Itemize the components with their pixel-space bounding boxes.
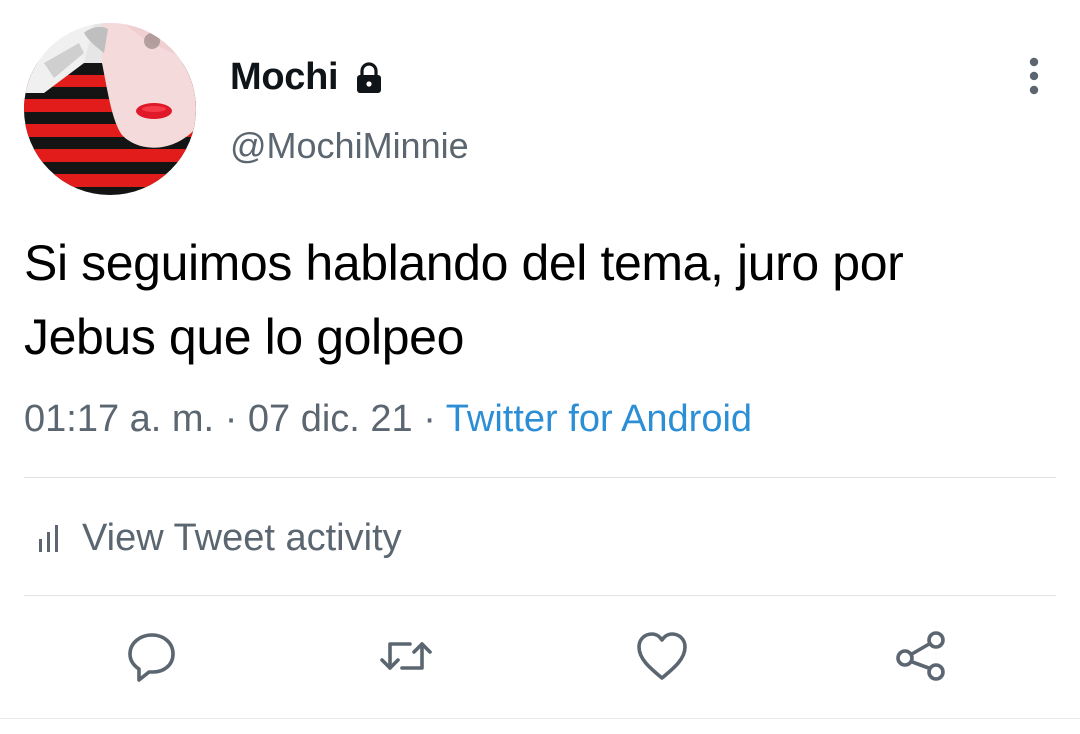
display-name-row[interactable]: Mochi (230, 54, 386, 100)
heart-icon (637, 632, 687, 680)
more-vertical-icon[interactable] (1014, 56, 1054, 96)
tweet-source-link[interactable]: Twitter for Android (446, 398, 752, 440)
tweet-text: Si seguimos hablando del tema, juro por … (24, 226, 1064, 374)
meta-separator: · (423, 398, 446, 440)
reply-button[interactable] (122, 626, 182, 686)
view-tweet-activity-label: View Tweet activity (82, 517, 402, 559)
share-icon (896, 631, 945, 681)
divider (0, 718, 1080, 719)
retweet-icon (380, 642, 432, 670)
divider (24, 477, 1056, 478)
reply-icon (128, 633, 175, 682)
user-handle[interactable]: @MochiMinnie (230, 124, 469, 168)
tweet-text-line-1: Si seguimos hablando del tema, juro por (24, 235, 904, 291)
tweet-card: Mochi @MochiMinnie Si seguimos hablando … (0, 0, 1080, 734)
tweet-date[interactable]: 07 dic. 21 (248, 398, 413, 440)
divider (24, 595, 1056, 596)
display-name[interactable]: Mochi (230, 54, 339, 100)
share-button[interactable] (890, 626, 950, 686)
tweet-meta: 01:17 a. m. · 07 dic. 21 · Twitter for A… (24, 394, 752, 444)
bar-chart-icon (34, 522, 66, 554)
retweet-button[interactable] (376, 626, 436, 686)
tweet-text-line-2: Jebus que lo golpeo (24, 309, 464, 365)
avatar[interactable] (24, 23, 196, 195)
tweet-time[interactable]: 01:17 a. m. (24, 398, 214, 440)
meta-separator: · (224, 398, 248, 440)
like-button[interactable] (632, 626, 692, 686)
lock-icon (352, 60, 386, 94)
avatar-image (24, 23, 196, 195)
view-tweet-activity-button[interactable]: View Tweet activity (34, 514, 402, 562)
